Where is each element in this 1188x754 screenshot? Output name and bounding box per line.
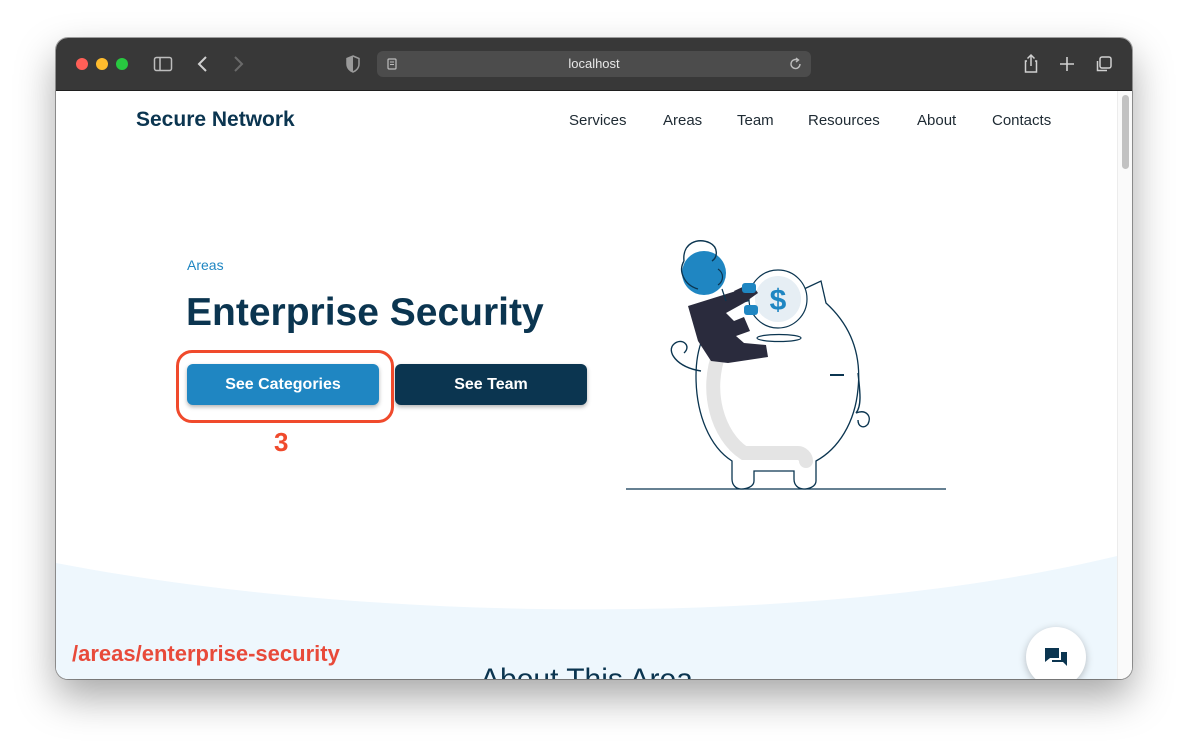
dollar-sign: $ <box>770 284 787 317</box>
forward-icon[interactable] <box>231 52 245 82</box>
address-bar[interactable]: localhost <box>377 51 811 77</box>
annotation-step-number: 3 <box>274 427 289 457</box>
nav-team[interactable]: Team <box>737 112 774 129</box>
url-text: localhost <box>568 56 620 71</box>
back-icon[interactable] <box>196 52 210 82</box>
annotation-highlight <box>176 350 394 423</box>
see-team-button[interactable]: See Team <box>395 364 587 405</box>
browser-toolbar: localhost <box>56 38 1132 91</box>
share-icon[interactable] <box>1022 52 1040 82</box>
nav-about[interactable]: About <box>917 112 956 129</box>
nav-contacts[interactable]: Contacts <box>992 112 1051 129</box>
scrollbar-thumb[interactable] <box>1122 95 1129 169</box>
sidebar-icon[interactable] <box>153 52 173 82</box>
new-tab-icon[interactable] <box>1058 52 1076 82</box>
close-window-button[interactable] <box>76 58 88 70</box>
chat-button[interactable] <box>1026 627 1086 679</box>
reload-icon[interactable] <box>789 51 803 86</box>
nav-areas[interactable]: Areas <box>663 112 702 129</box>
vertical-scrollbar[interactable] <box>1117 91 1132 679</box>
nav-resources[interactable]: Resources <box>808 112 880 129</box>
page-viewport: Secure Network Services Areas Team Resou… <box>56 91 1132 679</box>
minimize-window-button[interactable] <box>96 58 108 70</box>
tabs-icon[interactable] <box>1094 52 1114 82</box>
page-title: Enterprise Security <box>186 291 544 334</box>
section-heading: About This Area <box>480 663 693 679</box>
zoom-window-button[interactable] <box>116 58 128 70</box>
piggy-bank-illustration: $ <box>626 240 946 490</box>
browser-window: localhost Secure Network Services Areas … <box>56 38 1132 679</box>
page-icon <box>386 51 398 87</box>
nav-services[interactable]: Services <box>569 112 627 129</box>
brand-logo[interactable]: Secure Network <box>136 108 295 132</box>
route-path-label: /areas/enterprise-security <box>72 641 340 666</box>
hero-eyebrow: Areas <box>187 257 224 273</box>
shield-icon[interactable] <box>345 52 361 82</box>
